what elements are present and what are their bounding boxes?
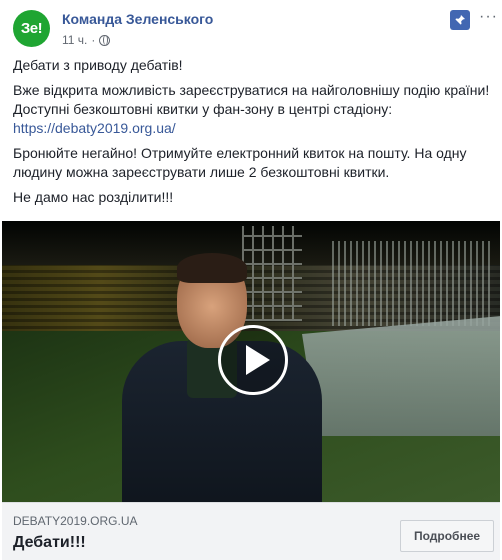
post-header: Зе! Команда Зеленського 11 ч. · ···: [0, 0, 502, 56]
video-frame-speaker: [122, 253, 322, 502]
video-frame-stage: [332, 241, 492, 326]
post-paragraph: Не дамо нас розділити!!!: [13, 189, 174, 205]
pin-button[interactable]: [450, 10, 470, 30]
learn-more-button[interactable]: Подробнее: [400, 520, 494, 552]
post-paragraph-text: Вже відкрита можливість зареєструватися …: [13, 82, 490, 117]
post-timestamp[interactable]: 11 ч.: [62, 33, 87, 47]
play-icon[interactable]: [218, 325, 288, 395]
speaker-hair: [177, 253, 247, 283]
link-title[interactable]: Дебати!!!: [13, 534, 86, 552]
post-paragraph: Бронюйте негайно! Отримуйте електронний …: [13, 145, 467, 180]
more-options-button[interactable]: ···: [479, 9, 498, 25]
video-frame-covered-area: [302, 316, 500, 436]
link-preview[interactable]: DEBATY2019.ORG.UA Дебати!!! Подробнее: [2, 502, 500, 560]
post-paragraph: Вже відкрита можливість зареєструватися …: [13, 81, 493, 138]
post-paragraph: Дебати з приводу дебатів!: [13, 57, 183, 73]
link-domain: DEBATY2019.ORG.UA: [13, 514, 138, 528]
globe-icon: [99, 34, 111, 46]
pin-icon: [455, 15, 465, 25]
meta-separator: ·: [91, 33, 96, 47]
post-meta: 11 ч. ·: [62, 33, 111, 47]
page-avatar[interactable]: Зе!: [13, 10, 50, 47]
video-player[interactable]: [2, 221, 500, 502]
registration-link[interactable]: https://debaty2019.org.ua/: [13, 120, 176, 136]
page-name-link[interactable]: Команда Зеленського: [62, 11, 213, 27]
post-message: Дебати з приводу дебатів! Вже відкрита м…: [13, 56, 493, 213]
